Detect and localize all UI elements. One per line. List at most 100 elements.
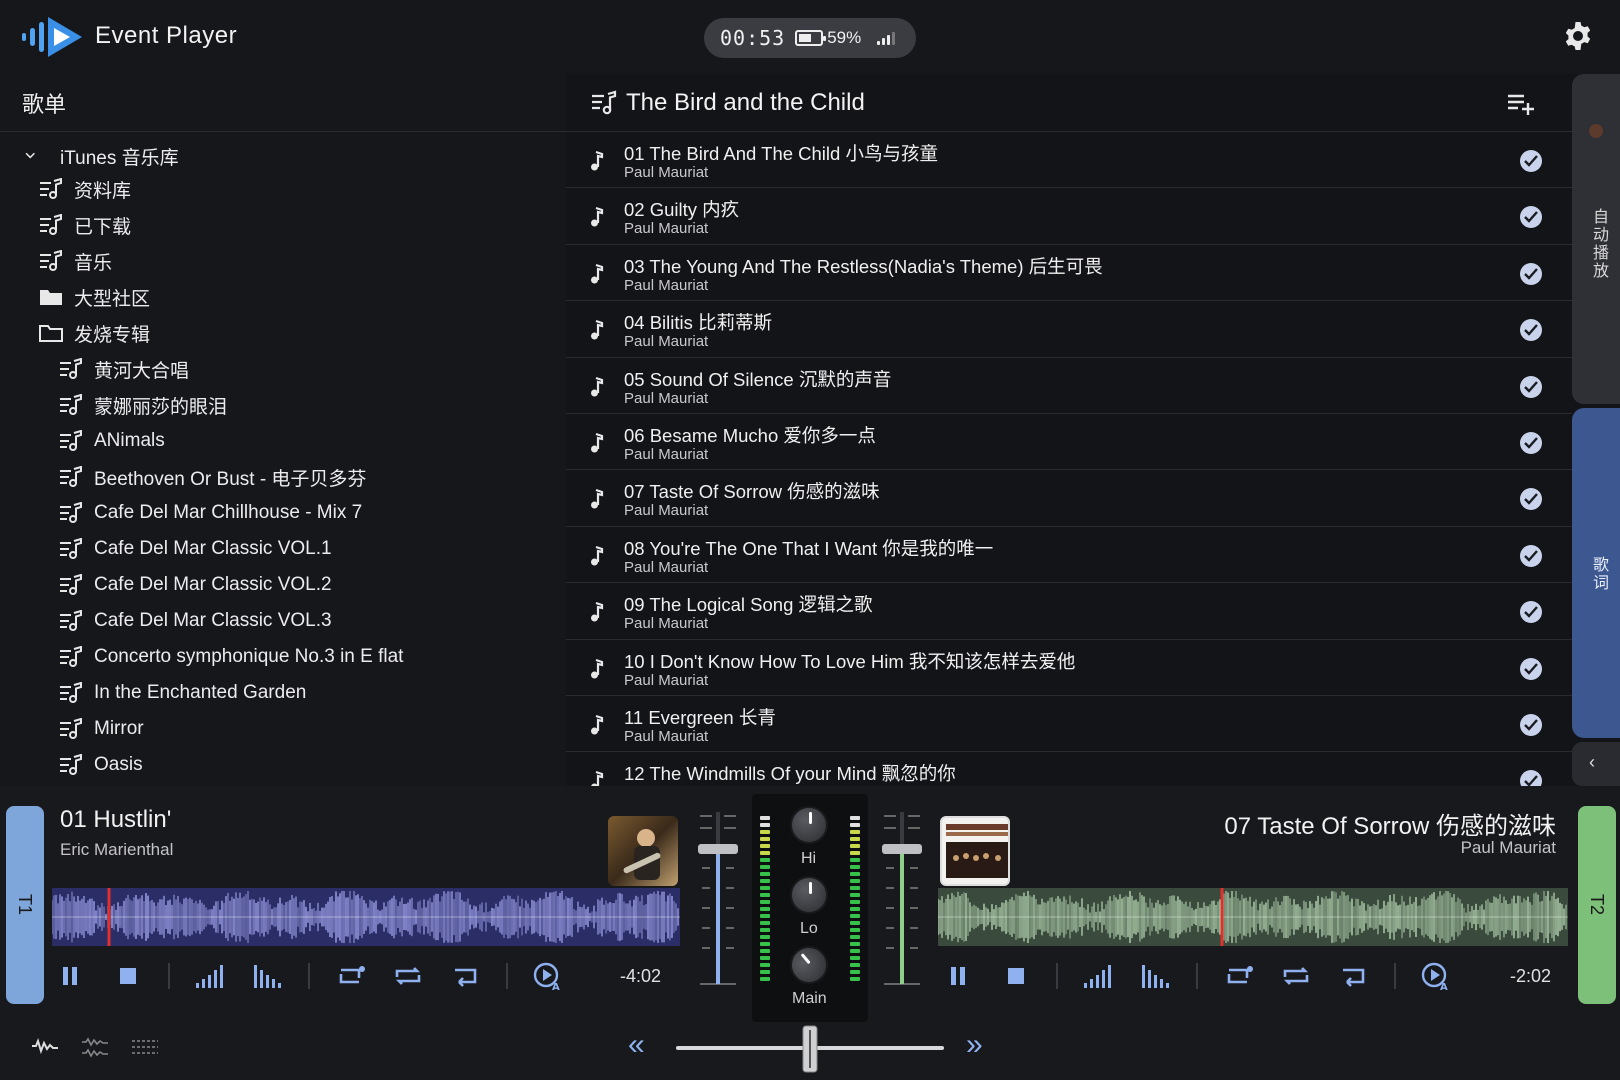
playlist-icon <box>58 537 84 560</box>
sidebar-item[interactable]: Cafe Del Mar Classic VOL.1 <box>58 531 332 567</box>
hi-eq-label: Hi <box>801 850 817 867</box>
track-row[interactable]: 05 Sound Of Silence 沉默的声音 Paul Mauriat <box>566 358 1572 414</box>
deck2-autoplay-button[interactable]: A <box>1418 960 1454 992</box>
track-row[interactable]: 09 The Logical Song 逻辑之歌 Paul Mauriat <box>566 583 1572 640</box>
add-to-queue-icon[interactable] <box>1506 90 1536 116</box>
autoplay-indicator <box>1589 124 1603 138</box>
checkmark-icon[interactable] <box>1520 488 1542 511</box>
music-note-icon <box>591 150 604 171</box>
sidebar-item-label: Cafe Del Mar Chillhouse - Mix 7 <box>94 502 363 523</box>
track-row[interactable]: 01 The Bird And The Child 小鸟与孩童 Paul Maur… <box>566 132 1572 189</box>
checkmark-icon[interactable] <box>1520 657 1542 680</box>
track-row[interactable]: 07 Taste Of Sorrow 伤感的滋味 Paul Mauriat <box>566 470 1572 527</box>
deck1-fade-in-button[interactable] <box>192 960 228 992</box>
view-mode-icons <box>30 1036 160 1060</box>
deck2-stop-button[interactable] <box>998 960 1034 992</box>
sidebar-item-label: Cafe Del Mar Classic VOL.2 <box>94 574 332 595</box>
track-list-header: The Bird and the Child <box>566 74 1572 132</box>
sidebar-item[interactable]: Concerto symphonique No.3 in E flat <box>58 639 403 675</box>
checkmark-icon[interactable] <box>1520 375 1542 398</box>
deck2-remaining-time: -2:02 <box>1510 966 1552 986</box>
track-title: 12 The Windmills Of your Mind 飘忽的你 <box>624 763 956 785</box>
track-row[interactable]: 06 Besame Mucho 爱你多一点 Paul Mauriat <box>566 414 1572 471</box>
checkmark-icon[interactable] <box>1520 150 1542 172</box>
track-row[interactable]: 11 Evergreen 长青 Paul Mauriat <box>566 696 1572 753</box>
sidebar-item[interactable]: 黄河大合唱 <box>58 351 189 387</box>
track-row[interactable]: 12 The Windmills Of your Mind 飘忽的你 <box>566 752 1572 786</box>
sidebar-item-label: 音乐 <box>74 252 113 274</box>
signal-icon <box>877 31 896 45</box>
deck1-waveform[interactable] <box>52 888 680 946</box>
playlist-title: The Bird and the Child <box>626 88 865 116</box>
grid-waveform-icon[interactable] <box>130 1036 160 1060</box>
track-row[interactable]: 02 Guilty 内疚 Paul Mauriat <box>566 188 1572 245</box>
track-artist: Paul Mauriat <box>624 445 709 463</box>
tree-root-itunes[interactable]: iTunes 音乐库 <box>24 138 179 174</box>
sidebar-item-label: Cafe Del Mar Classic VOL.3 <box>94 610 332 631</box>
deck2-fade-in-button[interactable] <box>1080 960 1116 992</box>
deck1-loop-one-button[interactable] <box>332 960 368 992</box>
sidebar-item[interactable]: Cafe Del Mar Chillhouse - Mix 7 <box>58 495 362 531</box>
top-bar: Event Player 00:53 59% <box>0 0 1620 74</box>
crossfade-right-button[interactable]: » <box>966 1028 983 1062</box>
gear-icon[interactable] <box>1562 20 1594 52</box>
sidebar-item[interactable]: Mirror <box>58 711 144 747</box>
deck2-fade-out-button[interactable] <box>1138 960 1174 992</box>
collapse-panel-button[interactable]: ‹ <box>1572 742 1620 786</box>
deck2-waveform[interactable] <box>938 888 1568 946</box>
sidebar-item-label: Cafe Del Mar Classic VOL.1 <box>94 538 332 559</box>
deck1-loop-button[interactable] <box>390 960 426 992</box>
deck2-pause-button[interactable] <box>940 960 976 992</box>
lyrics-tab[interactable]: 歌词 <box>1572 408 1620 738</box>
deck1-stop-button[interactable] <box>110 960 146 992</box>
deck2-loop-one-button[interactable] <box>1220 960 1256 992</box>
chevron-down-icon[interactable] <box>24 145 42 167</box>
track-row[interactable]: 03 The Young And The Restless(Nadia's Th… <box>566 245 1572 302</box>
sidebar-item[interactable]: ANimals <box>58 423 165 459</box>
track-row[interactable]: 10 I Don't Know How To Love Him 我不知该怎样去爱… <box>566 640 1572 696</box>
checkmark-icon[interactable] <box>1520 601 1542 624</box>
main-volume-knob[interactable] <box>782 938 836 992</box>
sidebar-item[interactable]: 资料库 <box>38 171 131 207</box>
track-row[interactable]: 08 You're The One That I Want 你是我的唯一 Paul… <box>566 527 1572 584</box>
crossfader[interactable] <box>676 1024 944 1074</box>
deck1-tab-label: T1 <box>15 893 36 916</box>
deck1-autoplay-button[interactable]: A <box>530 960 566 992</box>
deck2-tab[interactable]: T2 <box>1578 806 1616 1004</box>
sidebar-item[interactable]: Oasis <box>58 747 143 783</box>
deck1-pause-button[interactable] <box>52 960 88 992</box>
deck2-return-button[interactable] <box>1336 960 1372 992</box>
deck2-loop-button[interactable] <box>1278 960 1314 992</box>
sidebar-item[interactable]: 发烧专辑 <box>38 315 150 351</box>
deck1-return-button[interactable] <box>448 960 484 992</box>
sidebar-item[interactable]: 蒙娜丽莎的眼泪 <box>58 387 227 423</box>
checkmark-icon[interactable] <box>1520 262 1542 285</box>
music-note-icon <box>591 545 604 566</box>
sidebar-item[interactable]: Cafe Del Mar Classic VOL.3 <box>58 603 332 639</box>
sidebar-item[interactable]: Cafe Del Mar Classic VOL.2 <box>58 567 332 603</box>
checkmark-icon[interactable] <box>1520 319 1542 342</box>
checkmark-icon[interactable] <box>1520 206 1542 229</box>
checkmark-icon[interactable] <box>1520 770 1542 786</box>
dual-waveform-icon[interactable] <box>80 1036 110 1060</box>
deck2-channel-fader[interactable] <box>882 808 922 988</box>
sidebar-item[interactable]: Beethoven Or Bust - 电子贝多芬 <box>58 459 366 495</box>
sidebar-item[interactable]: 大型社区 <box>38 279 150 315</box>
track-title: 04 Bilitis 比莉蒂斯 <box>624 312 773 334</box>
lo-eq-knob[interactable] <box>790 876 828 914</box>
sidebar-item[interactable]: 已下载 <box>38 207 131 243</box>
deck1-tab[interactable]: T1 <box>6 806 44 1004</box>
music-note-icon <box>591 489 604 509</box>
checkmark-icon[interactable] <box>1520 544 1542 567</box>
deck1-channel-fader[interactable] <box>698 808 738 988</box>
track-row[interactable]: 04 Bilitis 比莉蒂斯 Paul Mauriat <box>566 301 1572 358</box>
sidebar-item[interactable]: In the Enchanted Garden <box>58 675 306 711</box>
crossfade-left-button[interactable]: « <box>628 1028 645 1062</box>
checkmark-icon[interactable] <box>1520 713 1542 736</box>
deck1-fade-out-button[interactable] <box>250 960 286 992</box>
sidebar-item[interactable]: 音乐 <box>38 243 112 279</box>
autoplay-tab[interactable]: 自动播放 <box>1572 74 1620 404</box>
checkmark-icon[interactable] <box>1520 431 1542 454</box>
waveform-view-icon[interactable] <box>30 1036 60 1056</box>
hi-eq-knob[interactable] <box>790 806 828 844</box>
